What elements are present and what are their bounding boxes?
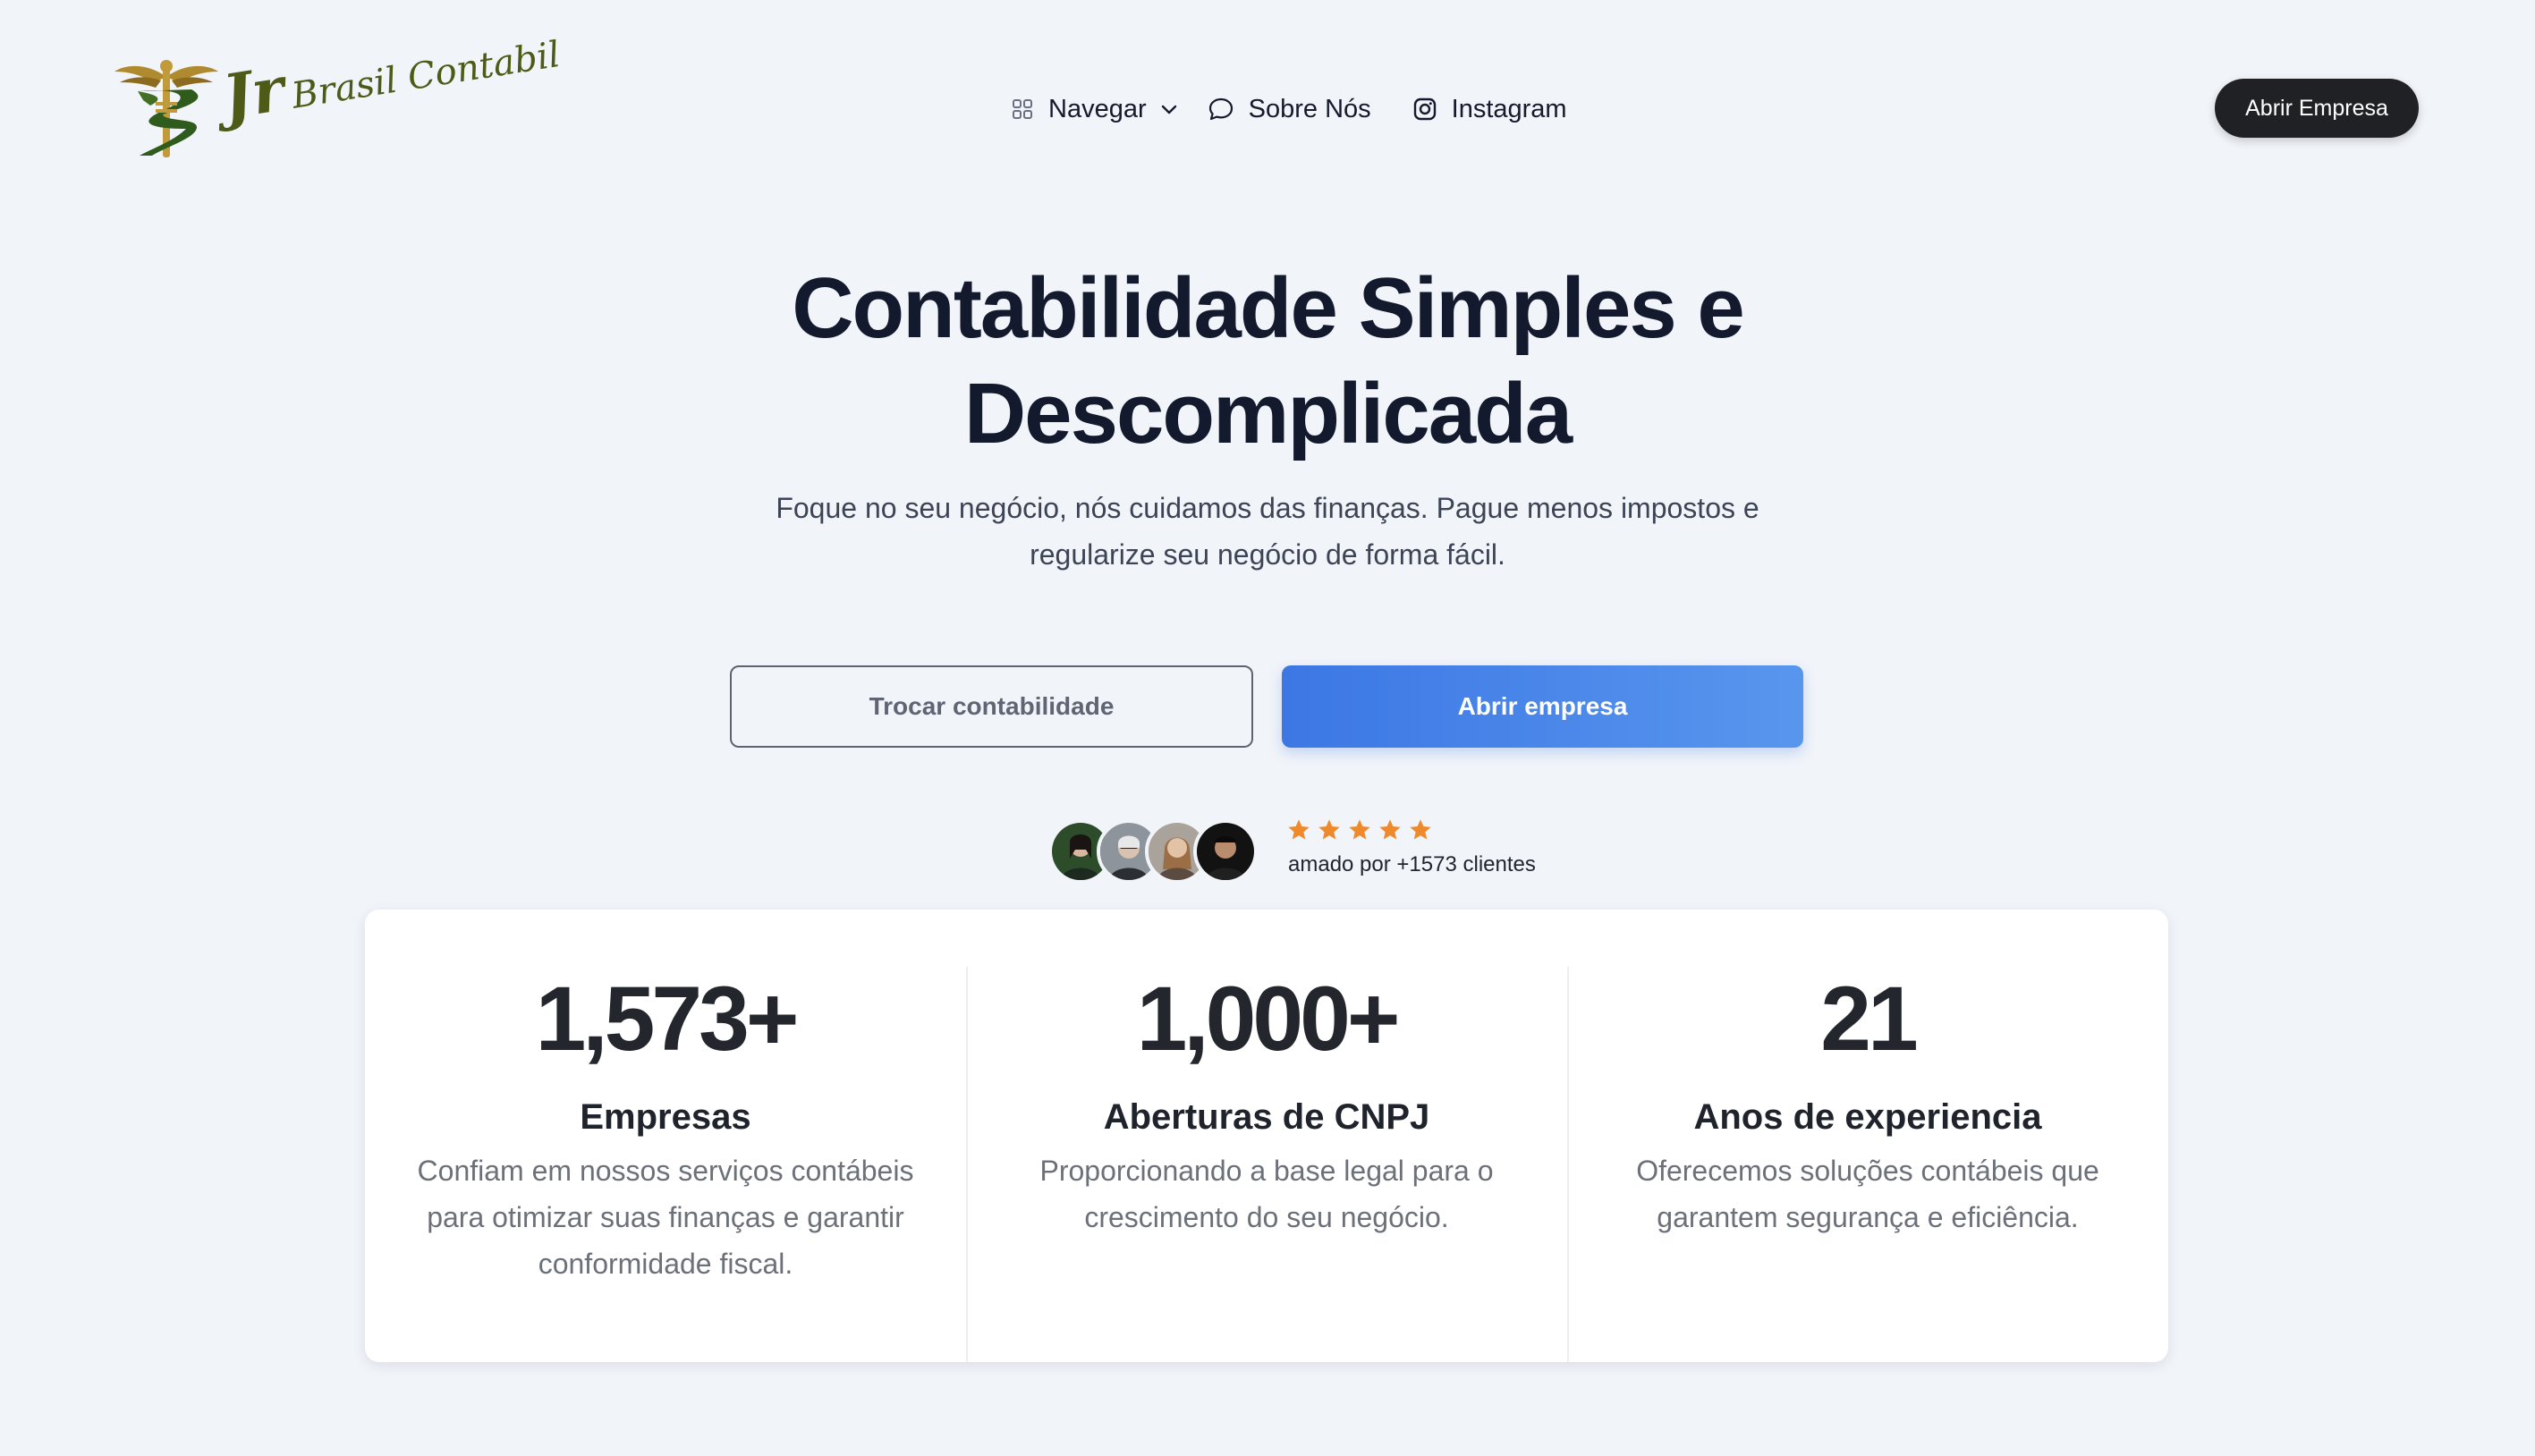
stat-title: Aberturas de CNPJ xyxy=(1103,1097,1430,1137)
page-title-line-2: Descomplicada xyxy=(963,366,1573,461)
star-icon xyxy=(1378,817,1403,842)
open-company-header-button[interactable]: Abrir Empresa xyxy=(2215,79,2419,138)
brand-logo[interactable]: JrBrasil Contabil xyxy=(111,34,563,163)
stat-description-line: Proporcionando a base legal para o xyxy=(1039,1155,1494,1187)
switch-accounting-button[interactable]: Trocar contabilidade xyxy=(730,665,1253,748)
stat-years-experience: 21 Anos de experiencia Oferecemos soluçõ… xyxy=(1567,910,2168,1362)
star-icon xyxy=(1286,817,1311,842)
hero-subtitle: Foque no seu negócio, nós cuidamos das f… xyxy=(686,485,1849,578)
stat-description: Proporcionando a base legal para o cresc… xyxy=(996,1147,1537,1240)
star-icon xyxy=(1317,817,1342,842)
star-icon xyxy=(1347,817,1372,842)
nav-instagram[interactable]: Instagram xyxy=(1412,95,1567,124)
brand-wordmark-sub: Brasil Contabil xyxy=(289,33,564,117)
stat-number: 1,000+ xyxy=(1136,968,1401,1070)
page-title: Contabilidade Simples e Descomplicada xyxy=(552,256,1983,467)
brand-wordmark: JrBrasil Contabil xyxy=(217,10,564,134)
stat-description: Confiam em nossos serviços contábeis par… xyxy=(395,1147,936,1287)
nav-browse-label: Navegar xyxy=(1048,94,1147,123)
stat-description: Oferecemos soluções contábeis que garant… xyxy=(1598,1147,2138,1240)
main-nav: Navegar Sobre Nós Instagram xyxy=(1011,89,1567,129)
stat-title: Empresas xyxy=(580,1097,751,1137)
stat-description-line: conformidade fiscal. xyxy=(538,1248,793,1280)
stat-description-line: garantem segurança e eficiência. xyxy=(1657,1201,2079,1233)
social-proof-text: amado por +1573 clientes xyxy=(1288,852,1536,876)
stats-card: 1,573+ Empresas Confiam em nossos serviç… xyxy=(365,910,2168,1362)
nav-browse[interactable]: Navegar xyxy=(1011,95,1179,124)
instagram-icon xyxy=(1412,97,1437,122)
stat-number: 1,573+ xyxy=(535,968,800,1070)
hero-subtitle-line-1: Foque no seu negócio, nós cuidamos das f… xyxy=(776,492,1759,524)
stat-description-line: crescimento do seu negócio. xyxy=(1084,1201,1449,1233)
stat-title: Anos de experiencia xyxy=(1693,1097,2042,1137)
stat-companies: 1,573+ Empresas Confiam em nossos serviç… xyxy=(365,910,966,1362)
brand-wordmark-main: Jr xyxy=(217,53,290,134)
stat-number: 21 xyxy=(1820,968,1918,1070)
nav-about[interactable]: Sobre Nós xyxy=(1208,95,1371,124)
stat-description-line: para otimizar suas finanças e garantir xyxy=(427,1201,904,1233)
hero-subtitle-line-2: regularize seu negócio de forma fácil. xyxy=(1030,538,1505,571)
chevron-down-icon xyxy=(1159,99,1179,119)
stat-description-line: Oferecemos soluções contábeis que xyxy=(1636,1155,2099,1187)
grid-icon xyxy=(1011,97,1034,121)
stat-cnpj-openings: 1,000+ Aberturas de CNPJ Proporcionando … xyxy=(966,910,1567,1362)
client-avatars xyxy=(1048,819,1258,884)
star-icon xyxy=(1408,817,1433,842)
open-company-button[interactable]: Abrir empresa xyxy=(1282,665,1803,748)
page-title-line-1: Contabilidade Simples e xyxy=(792,260,1745,356)
caduceus-icon xyxy=(114,60,218,157)
nav-instagram-label: Instagram xyxy=(1451,94,1567,123)
nav-about-label: Sobre Nós xyxy=(1248,94,1371,123)
site-header: JrBrasil Contabil Navegar Sobre Nós Inst… xyxy=(0,0,2535,215)
avatar xyxy=(1193,819,1258,884)
chat-bubble-icon xyxy=(1208,96,1234,123)
rating-stars xyxy=(1286,817,1438,842)
stat-description-line: Confiam em nossos serviços contábeis xyxy=(417,1155,914,1187)
